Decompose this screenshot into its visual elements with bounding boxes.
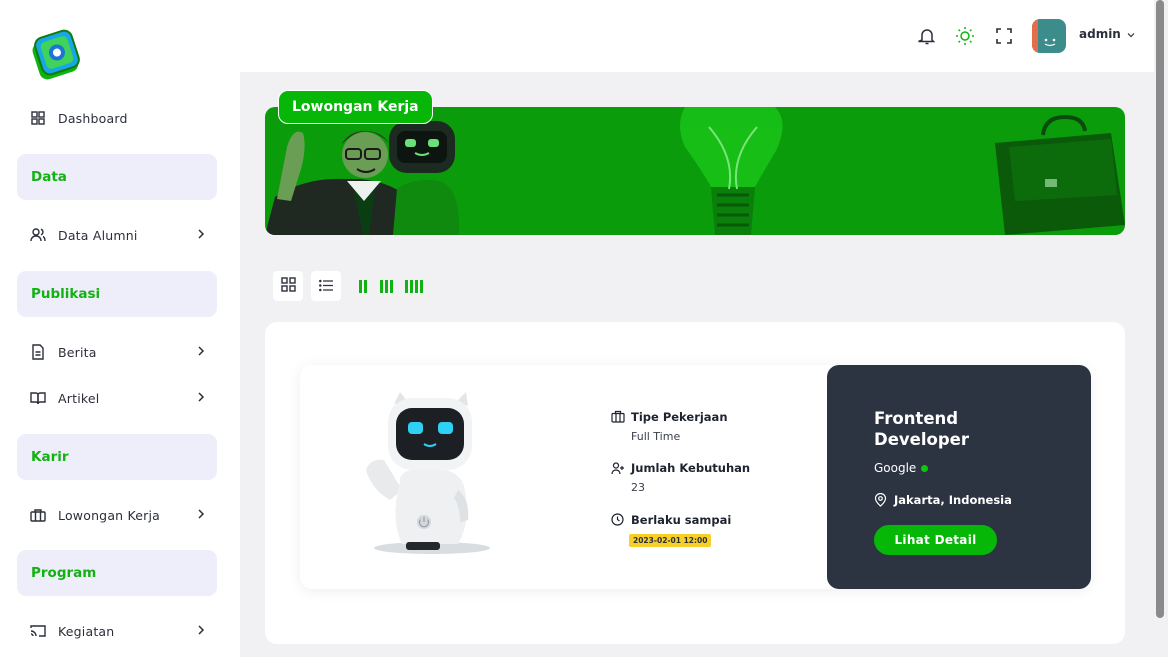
job-need-value: 23 bbox=[631, 481, 645, 494]
sidebar-item-label: Lowongan Kerja bbox=[58, 507, 161, 523]
briefcase-illustration bbox=[995, 114, 1125, 235]
sidebar-item-data-alumni[interactable]: Data Alumni bbox=[17, 218, 217, 252]
chevron-down-icon bbox=[1127, 28, 1135, 42]
deadline-badge: 2023-02-01 12:00 bbox=[629, 534, 712, 547]
page-banner bbox=[265, 107, 1125, 235]
sidebar-item-berita[interactable]: Berita bbox=[17, 335, 217, 369]
sidebar-section-karir: Karir bbox=[17, 434, 217, 480]
sidebar-item-label: Berita bbox=[58, 344, 97, 360]
job-location: Jakarta, Indonesia bbox=[874, 493, 1012, 507]
sidebar-item-lowongan-kerja[interactable]: Lowongan Kerja bbox=[17, 498, 217, 532]
job-need-label: Jumlah Kebutuhan bbox=[611, 461, 750, 475]
sidebar-item-dashboard[interactable]: Dashboard bbox=[17, 101, 217, 135]
user-name: admin bbox=[1079, 27, 1121, 41]
app-logo[interactable] bbox=[28, 28, 84, 84]
sidebar-item-label: Kegiatan bbox=[58, 623, 115, 639]
company-name: Google bbox=[874, 461, 929, 475]
job-detail-panel bbox=[827, 365, 1091, 589]
bell-icon[interactable] bbox=[917, 26, 937, 46]
list-view-icon bbox=[318, 277, 334, 296]
three-column-button[interactable] bbox=[380, 280, 393, 293]
scrollbar[interactable] bbox=[1156, 0, 1164, 618]
sidebar: Dashboard Data Data Alumni Publikasi Ber… bbox=[0, 0, 240, 657]
sidebar-section-publikasi: Publikasi bbox=[17, 271, 217, 317]
view-detail-button[interactable]: Lihat Detail bbox=[874, 525, 997, 555]
list-view-button[interactable] bbox=[311, 271, 341, 301]
robot-illustration bbox=[389, 121, 460, 235]
chevron-right-icon bbox=[195, 345, 207, 357]
two-column-button[interactable] bbox=[359, 280, 367, 293]
chevron-right-icon bbox=[195, 228, 207, 240]
status-dot bbox=[921, 464, 929, 472]
cast-icon bbox=[30, 623, 46, 639]
lightbulb-illustration bbox=[680, 107, 783, 235]
sidebar-section-program: Program bbox=[17, 550, 217, 596]
book-icon bbox=[30, 390, 46, 406]
job-type-value: Full Time bbox=[631, 430, 681, 443]
sidebar-item-label: Data Alumni bbox=[58, 227, 138, 243]
chevron-right-icon bbox=[195, 624, 207, 636]
sidebar-item-label: Dashboard bbox=[58, 110, 128, 126]
sidebar-item-artikel[interactable]: Artikel bbox=[17, 381, 217, 415]
grid-view-icon bbox=[280, 276, 296, 296]
user-plus-icon bbox=[611, 461, 625, 475]
four-column-button[interactable] bbox=[405, 280, 423, 293]
job-title: Frontend Developer bbox=[874, 409, 969, 449]
top-navbar: admin bbox=[240, 0, 1154, 72]
chevron-right-icon bbox=[195, 391, 207, 403]
map-pin-icon bbox=[874, 493, 888, 507]
chevron-right-icon bbox=[195, 508, 207, 520]
sidebar-item-kegiatan[interactable]: Kegiatan bbox=[17, 614, 217, 648]
document-icon bbox=[30, 344, 46, 360]
banner-title: Lowongan Kerja bbox=[278, 90, 433, 124]
sidebar-section-data: Data bbox=[17, 154, 217, 200]
sun-icon[interactable] bbox=[955, 26, 975, 46]
avatar[interactable] bbox=[1032, 19, 1066, 53]
job-type-label: Tipe Pekerjaan bbox=[611, 410, 728, 424]
user-menu[interactable]: admin bbox=[1079, 27, 1135, 42]
briefcase-icon bbox=[30, 507, 46, 523]
briefcase-icon bbox=[611, 410, 625, 424]
sidebar-item-label: Artikel bbox=[58, 390, 100, 406]
job-until-label: Berlaku sampai bbox=[611, 513, 731, 527]
grid-icon bbox=[30, 110, 46, 126]
fullscreen-icon[interactable] bbox=[994, 26, 1014, 46]
clock-icon bbox=[611, 513, 625, 527]
grid-view-button[interactable] bbox=[273, 271, 303, 301]
users-icon bbox=[30, 227, 46, 243]
robot-image bbox=[362, 390, 492, 562]
